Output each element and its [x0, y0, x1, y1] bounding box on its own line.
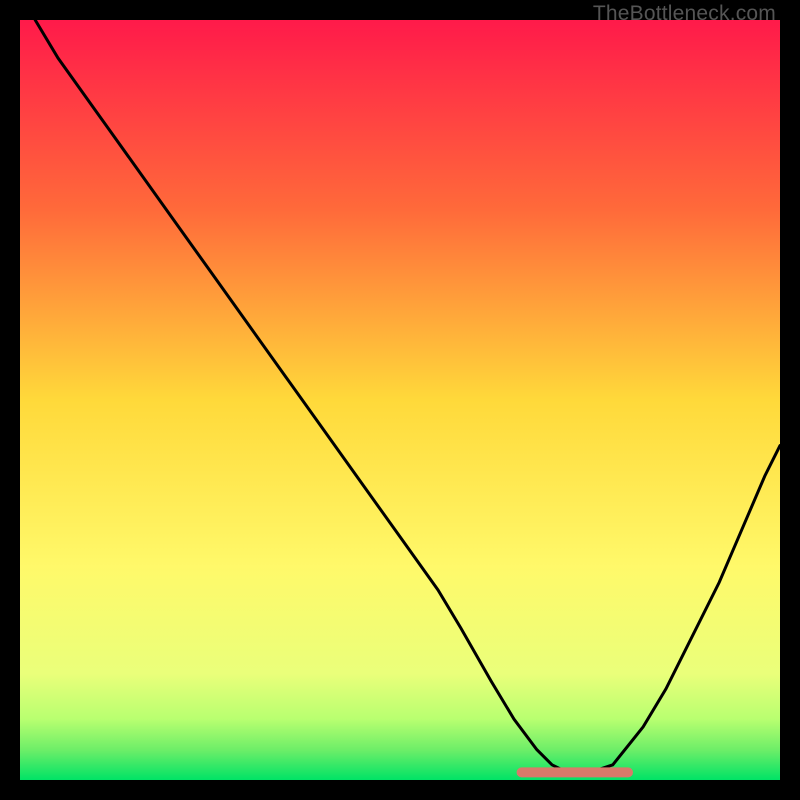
chart-frame	[20, 20, 780, 780]
bottleneck-chart	[20, 20, 780, 780]
gradient-background	[20, 20, 780, 780]
watermark-text: TheBottleneck.com	[593, 2, 776, 26]
